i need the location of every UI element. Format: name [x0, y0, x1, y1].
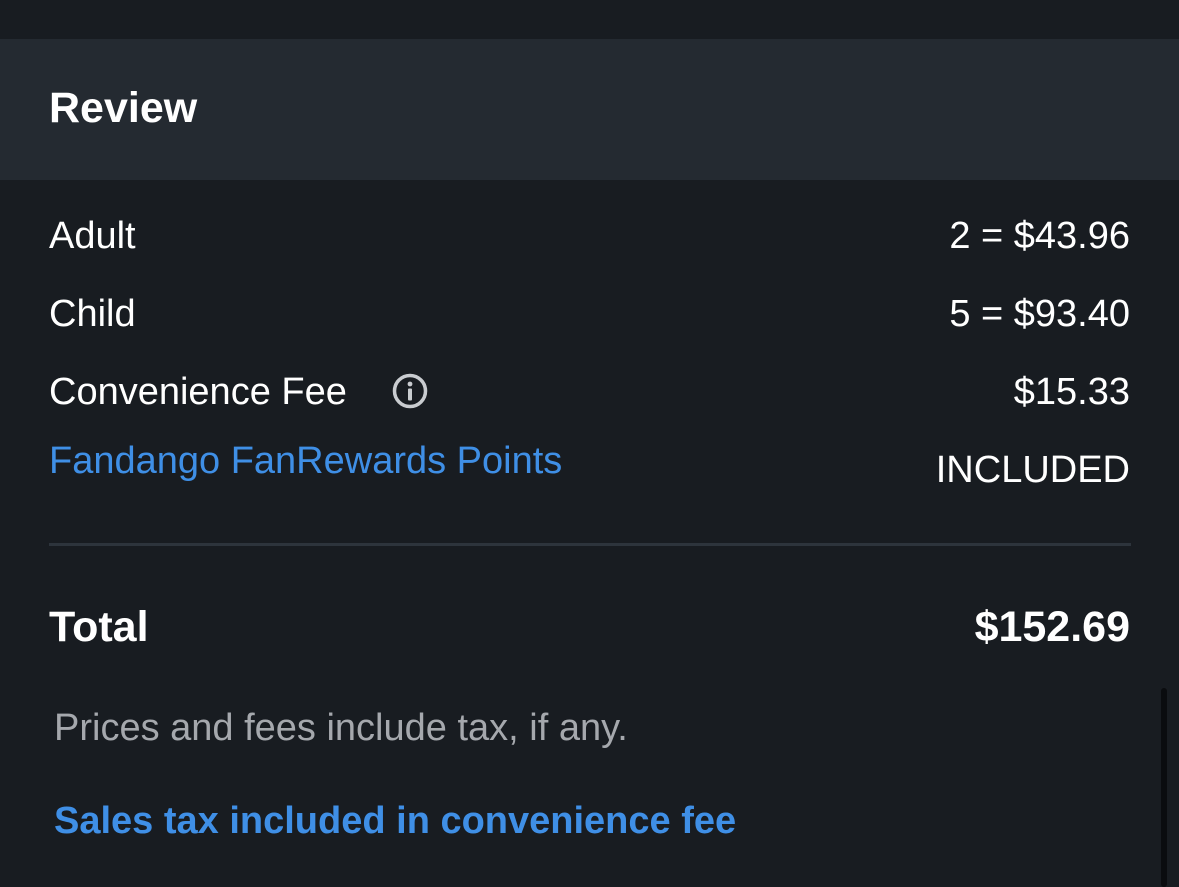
divider — [49, 543, 1131, 546]
page-title: Review — [49, 84, 198, 132]
child-value: 5 = $93.40 — [949, 293, 1130, 335]
info-icon[interactable] — [392, 373, 428, 409]
convenience-fee-label: Convenience Fee — [49, 371, 347, 413]
fanrewards-points-link[interactable]: Fandango FanRewards Points — [49, 439, 562, 483]
adult-label: Adult — [49, 215, 136, 257]
convenience-fee-value: $15.33 — [1013, 371, 1130, 413]
fanrewards-points-value: INCLUDED — [935, 449, 1130, 491]
review-panel: Review Adult 2 = $43.96 Child 5 = $93.40… — [0, 0, 1179, 887]
adult-value: 2 = $43.96 — [949, 215, 1130, 257]
total-label: Total — [49, 603, 149, 651]
sales-tax-link[interactable]: Sales tax included in convenience fee — [54, 799, 736, 843]
scrollbar[interactable] — [1161, 688, 1167, 887]
total-value: $152.69 — [974, 603, 1130, 651]
top-bar — [0, 0, 1179, 39]
child-label: Child — [49, 293, 136, 335]
tax-note: Prices and fees include tax, if any. — [54, 707, 628, 749]
